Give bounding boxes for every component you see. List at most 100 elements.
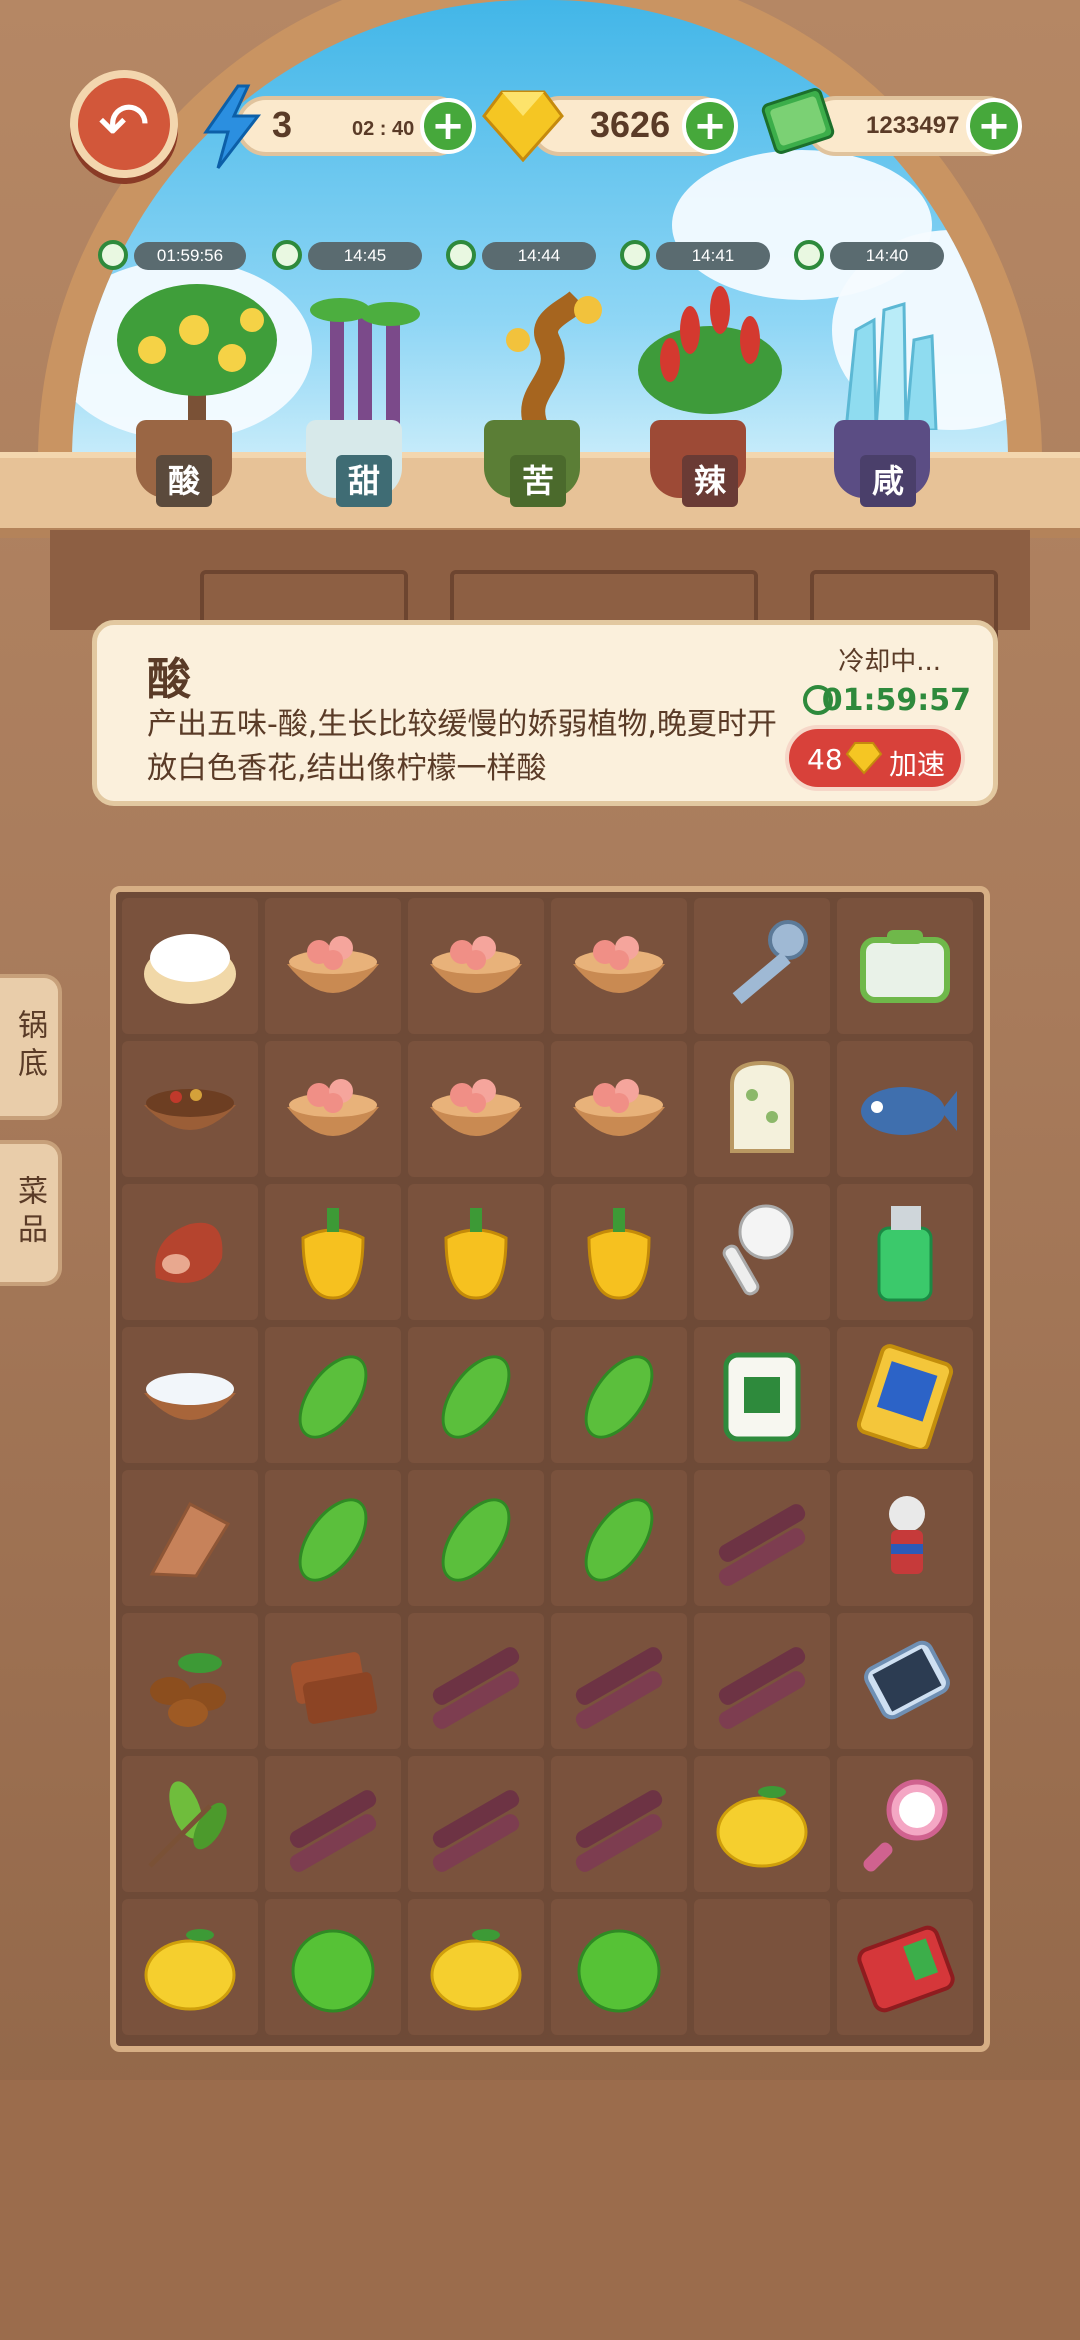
bitter-melon-icon: [584, 1498, 654, 1582]
grid-cell[interactable]: [122, 898, 258, 1034]
lemon-icon: [144, 1929, 236, 2011]
grid-cell[interactable]: [694, 1184, 830, 1320]
sugarcane-plant-icon: [310, 298, 420, 430]
gems-value: 3626: [590, 104, 671, 145]
clock-icon: [446, 240, 476, 270]
grid-cell[interactable]: [694, 1470, 830, 1606]
plant-label-sour: 酸: [156, 455, 212, 507]
grid-cell[interactable]: [408, 1327, 544, 1463]
grid-cell[interactable]: [408, 898, 544, 1034]
tab-dishes[interactable]: 菜品: [0, 1140, 62, 1286]
add-energy-button[interactable]: +: [420, 98, 476, 154]
grid-cell[interactable]: [837, 1184, 973, 1320]
sugarcane-icon: [575, 1647, 663, 1729]
grid-cell[interactable]: [837, 1470, 973, 1606]
grid-cell[interactable]: [122, 1184, 258, 1320]
earbud-icon: [722, 1204, 794, 1296]
grid-cell[interactable]: [837, 898, 973, 1034]
grid-cell[interactable]: [122, 1899, 258, 2035]
grid-cell[interactable]: [408, 1470, 544, 1606]
sugarcane-icon: [432, 1790, 520, 1872]
bitter-melon-icon: [298, 1355, 368, 1439]
grid-cell[interactable]: [265, 898, 401, 1034]
grid-cell[interactable]: [551, 1041, 687, 1177]
hand-mirror-icon: [863, 1779, 948, 1872]
lunchbox-icon: [860, 930, 950, 1003]
add-cash-button[interactable]: +: [966, 98, 1022, 154]
grid-cell[interactable]: [265, 1470, 401, 1606]
grid-cell[interactable]: [837, 1041, 973, 1177]
grid-cell[interactable]: [551, 1184, 687, 1320]
grid-cell[interactable]: [122, 1613, 258, 1749]
add-gems-button[interactable]: +: [682, 98, 738, 154]
bell-pepper-icon: [301, 1208, 365, 1300]
bell-pepper-icon: [587, 1208, 651, 1300]
sugarcane-icon: [575, 1790, 663, 1872]
tab-pot-base[interactable]: 锅底: [0, 974, 62, 1120]
grid-cell[interactable]: [265, 1899, 401, 2035]
fish-icon: [861, 1087, 957, 1135]
grid-cell[interactable]: [408, 1041, 544, 1177]
grid-cell[interactable]: [408, 1899, 544, 2035]
grid-cell[interactable]: [694, 1756, 830, 1892]
grid-cell[interactable]: [837, 1756, 973, 1892]
shrimp-bowl-icon: [573, 1079, 665, 1136]
grid-cell[interactable]: [122, 1041, 258, 1177]
clock-icon: [98, 240, 128, 270]
grid-cell[interactable]: [551, 1613, 687, 1749]
key-icon: [732, 920, 808, 1004]
grid-cell[interactable]: [551, 1327, 687, 1463]
ham-icon: [155, 1222, 223, 1283]
lime-icon: [577, 1929, 661, 2013]
grid-cell[interactable]: [694, 1327, 830, 1463]
clock-icon: [620, 240, 650, 270]
brown-sugar-icon: [290, 1652, 378, 1724]
sugarcane-icon: [289, 1790, 377, 1872]
info-description: 产出五味-酸,生长比较缓慢的娇弱植物,晚夏时开放白色香花,结出像柠檬一样酸: [147, 707, 777, 786]
gem-icon: [845, 742, 883, 775]
shrimp-bowl-icon: [287, 1079, 379, 1136]
grid-cell[interactable]: [408, 1613, 544, 1749]
grid-cell[interactable]: [837, 1899, 973, 2035]
grid-cell[interactable]: [551, 1899, 687, 2035]
sugarcane-icon: [718, 1647, 806, 1729]
shrimp-bowl-icon: [287, 936, 379, 993]
grid-cell[interactable]: [122, 1470, 258, 1606]
grid-cell[interactable]: [694, 1041, 830, 1177]
plant-label-salty: 咸: [860, 455, 916, 507]
grid-cell[interactable]: [551, 1756, 687, 1892]
grid-cell[interactable]: [694, 1899, 830, 2035]
grid-cell[interactable]: [694, 898, 830, 1034]
plant-label-bitter: 苦: [510, 455, 566, 507]
gem-icon: [482, 90, 564, 162]
cooldown-label: 冷却中...: [838, 647, 941, 677]
salt-crystal-icon: [844, 301, 938, 430]
grid-cell[interactable]: [837, 1613, 973, 1749]
grid-cell[interactable]: [122, 1756, 258, 1892]
speedup-button[interactable]: 48 加速: [785, 725, 965, 791]
grid-cell[interactable]: [265, 1184, 401, 1320]
grid-cell[interactable]: [408, 1756, 544, 1892]
bitter-melon-icon: [584, 1355, 654, 1439]
speedup-cost: 48: [807, 743, 843, 776]
grid-cell[interactable]: [551, 898, 687, 1034]
chili-plant-icon: [638, 286, 782, 414]
dried-fish-icon: [149, 1501, 231, 1578]
lemon-icon: [716, 1786, 808, 1868]
back-button[interactable]: ↶: [70, 70, 178, 178]
grid-cell[interactable]: [694, 1613, 830, 1749]
grid-cell[interactable]: [122, 1327, 258, 1463]
grid-cell[interactable]: [837, 1327, 973, 1463]
grid-cell[interactable]: [408, 1184, 544, 1320]
grid-cell[interactable]: [265, 1041, 401, 1177]
grid-cell[interactable]: [551, 1470, 687, 1606]
cream-puff-icon: [144, 934, 236, 1004]
trading-card-icon: [856, 1344, 954, 1449]
clock-icon: [272, 240, 302, 270]
grid-cell[interactable]: [265, 1613, 401, 1749]
plant-label-sweet: 甜: [336, 455, 392, 507]
salt-bowl-icon: [144, 1373, 236, 1420]
info-title: 酸: [147, 654, 191, 705]
grid-cell[interactable]: [265, 1756, 401, 1892]
grid-cell[interactable]: [265, 1327, 401, 1463]
